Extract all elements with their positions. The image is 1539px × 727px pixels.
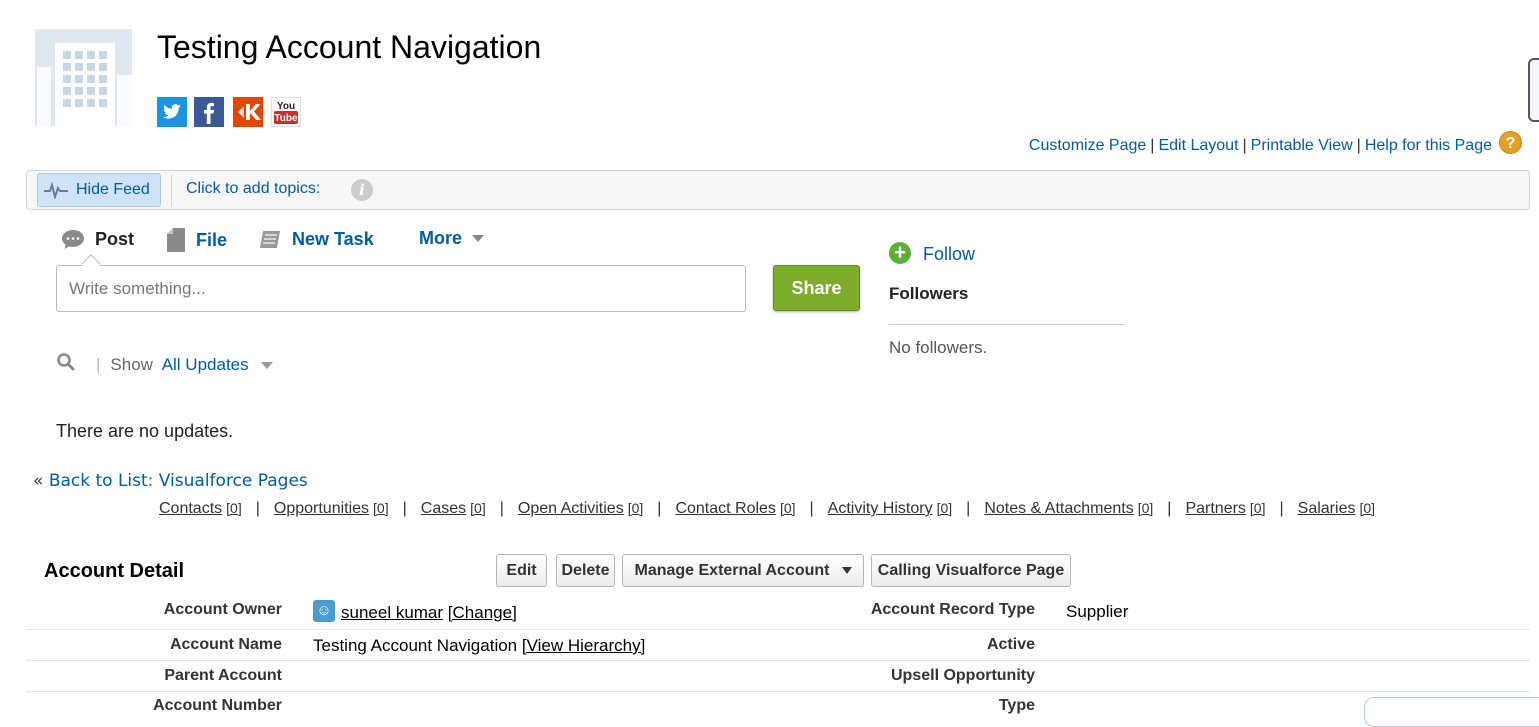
edit-button[interactable]: Edit (496, 554, 547, 587)
related-list-link[interactable]: Open Activities (518, 500, 624, 517)
related-separator: | (809, 500, 814, 517)
followers-heading: Followers (889, 284, 969, 303)
search-icon[interactable] (56, 352, 76, 372)
field-value-record-type: Supplier (1066, 602, 1129, 621)
related-separator: | (402, 500, 407, 517)
related-list-link[interactable]: Salaries (1298, 500, 1356, 517)
related-list-links: Contacts [0] | Opportunities [0] | Cases [0] | Op… (159, 500, 1375, 518)
facebook-icon[interactable] (194, 97, 224, 127)
field-label-active: Active (986, 636, 1035, 653)
delete-button[interactable]: Delete (556, 554, 615, 587)
tab-file[interactable]: File (166, 228, 227, 252)
user-icon: ☺ (313, 600, 335, 622)
related-separator: | (499, 500, 504, 517)
klout-icon[interactable] (233, 97, 263, 127)
related-list-count: [0] (936, 500, 953, 516)
field-label-account-name: Account Name (169, 636, 282, 653)
add-topics-link[interactable]: Click to add topics: (186, 180, 320, 198)
related-list-count: [0] (470, 500, 486, 516)
calling-visualforce-page-button[interactable]: Calling Visualforce Page (871, 554, 1071, 587)
related-list-count: [0] (1249, 500, 1266, 516)
help-page-link[interactable]: Help for this Page (1365, 137, 1492, 154)
related-list-count: [0] (1137, 500, 1154, 516)
hide-feed-button[interactable]: Hide Feed (37, 173, 161, 207)
row-divider (26, 660, 1530, 661)
field-value-account-name: Testing Account Navigation [View Hierarc… (313, 636, 646, 655)
more-dropdown[interactable]: More (419, 228, 485, 249)
feed-filter: | Show All Updates (96, 355, 273, 375)
tab-new-task[interactable]: New Task (258, 228, 374, 250)
related-list-link[interactable]: Notes & Attachments (984, 500, 1133, 517)
row-divider (26, 691, 1530, 692)
plus-icon[interactable]: + (889, 242, 911, 264)
related-list-count: [0] (226, 500, 242, 516)
info-icon[interactable]: i (351, 179, 373, 201)
speech-bubble-icon (62, 230, 84, 249)
section-title: Account Detail (44, 560, 185, 582)
related-separator: | (255, 500, 260, 517)
post-input[interactable] (56, 265, 746, 312)
file-icon (167, 228, 185, 252)
chevron-down-icon[interactable] (260, 362, 273, 370)
field-label-account-owner: Account Owner (163, 601, 282, 618)
field-label-record-type: Account Record Type (870, 601, 1035, 618)
related-list-link[interactable]: Contacts (159, 500, 222, 517)
follow-link[interactable]: Follow (923, 244, 975, 265)
field-label-type: Type (998, 697, 1035, 714)
account-record-icon (35, 29, 132, 126)
page-title: Testing Account Navigation (157, 29, 542, 65)
task-icon (260, 231, 280, 248)
youtube-icon[interactable]: You Tube (271, 97, 301, 127)
svg-text:You: You (277, 101, 295, 112)
related-list-count: [0] (373, 500, 389, 516)
row-divider (26, 629, 1530, 630)
related-list-link[interactable]: Opportunities (274, 500, 369, 517)
related-list-count: [0] (1359, 500, 1376, 516)
field-label-account-number: Account Number (153, 697, 282, 714)
related-list-link[interactable]: Contact Roles (675, 500, 776, 517)
manage-external-account-button[interactable]: Manage External Account (622, 554, 864, 587)
field-label-parent-account: Parent Account (164, 667, 282, 684)
divider (889, 324, 1124, 325)
tab-post[interactable]: Post (61, 228, 134, 250)
change-owner-link[interactable]: [Change] (448, 603, 517, 622)
chat-widget[interactable] (1364, 697, 1539, 727)
chevron-down-icon (472, 235, 485, 242)
related-list-count: [0] (627, 500, 644, 516)
back-to-list-link[interactable]: Back to List: Visualforce Pages (49, 471, 308, 491)
related-list-link[interactable]: Cases (421, 500, 466, 517)
side-panel-handle[interactable] (1528, 58, 1539, 122)
divider (171, 174, 172, 206)
field-value-account-owner: suneel kumar [Change] (341, 603, 517, 623)
related-separator: | (966, 500, 971, 517)
related-list-count: [0] (779, 500, 796, 516)
page-links: Customize Page | Edit Layout | Printable Vie… (1028, 137, 1492, 154)
related-list-link[interactable]: Partners (1185, 500, 1245, 517)
field-label-upsell: Upsell Opportunity (891, 667, 1035, 684)
related-separator: | (657, 500, 662, 517)
empty-feed-message: There are no updates. (56, 421, 234, 441)
twitter-icon[interactable] (157, 97, 187, 127)
share-button[interactable]: Share (773, 265, 860, 311)
no-followers-message: No followers. (889, 338, 988, 357)
owner-link[interactable]: suneel kumar (341, 603, 443, 622)
chevron-down-icon (841, 567, 852, 574)
related-separator: | (1279, 500, 1284, 517)
related-list-link[interactable]: Activity History (828, 500, 933, 517)
view-hierarchy-link[interactable]: [View Hierarchy] (522, 636, 645, 655)
show-label: Show (110, 355, 153, 374)
back-to-list: « Back to List: Visualforce Pages (33, 471, 308, 491)
pulse-icon (44, 181, 68, 199)
help-icon[interactable]: ? (1499, 131, 1522, 154)
edit-layout-link[interactable]: Edit Layout (1158, 137, 1238, 154)
filter-selected[interactable]: All Updates (162, 355, 249, 374)
customize-page-link[interactable]: Customize Page (1029, 137, 1146, 154)
svg-text:Tube: Tube (274, 113, 298, 124)
related-separator: | (1167, 500, 1172, 517)
printable-view-link[interactable]: Printable View (1251, 137, 1353, 154)
